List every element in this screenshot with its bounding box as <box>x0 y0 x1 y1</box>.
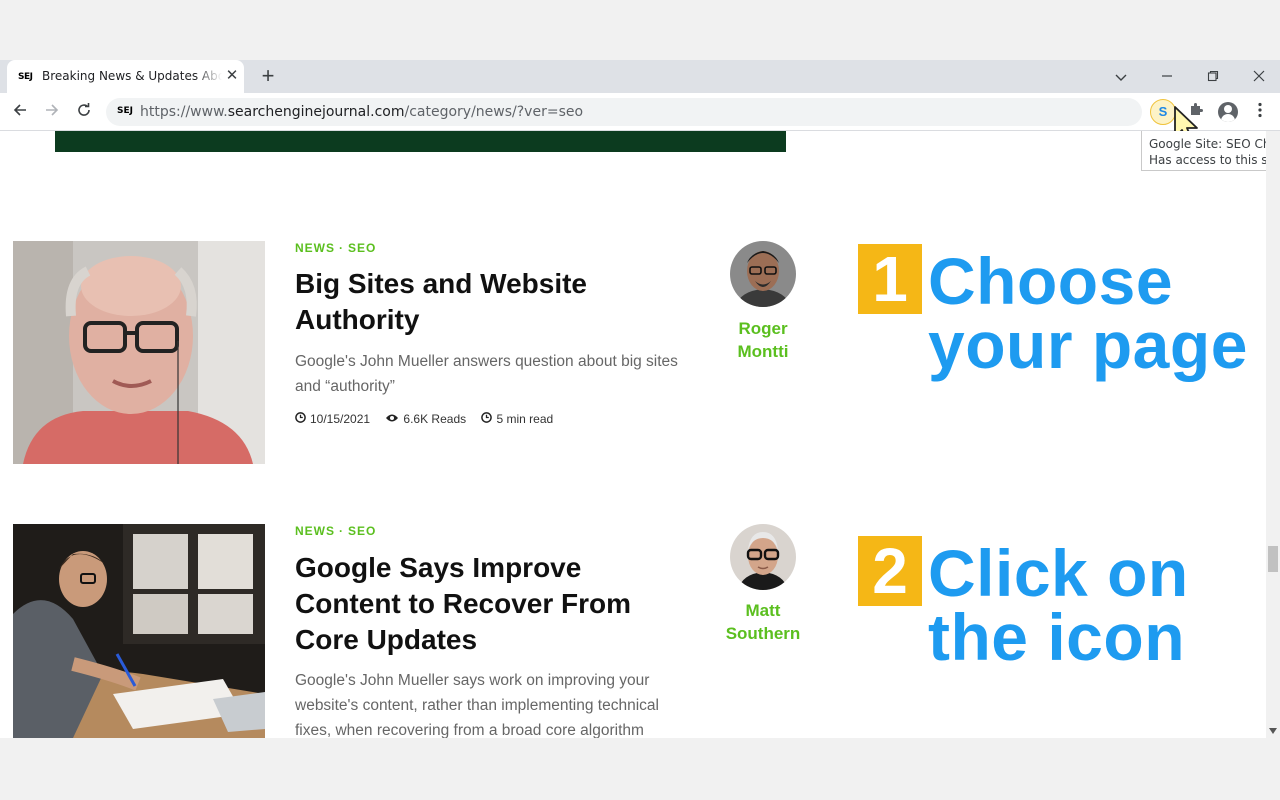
article-1-headline[interactable]: Big Sites and Website Authority <box>295 266 675 338</box>
address-bar[interactable]: SEJ https://www.searchenginejournal.com/… <box>106 98 1142 126</box>
step-2-badge: 2 <box>858 536 922 606</box>
tab-close-icon[interactable]: ✕ <box>224 68 240 84</box>
restore-icon[interactable] <box>1202 66 1224 88</box>
url-host: searchenginejournal.com <box>227 104 405 120</box>
new-tab-button[interactable]: + <box>256 65 280 89</box>
browser-tab[interactable]: SEJ Breaking News & Updates About SEO ✕ <box>7 60 244 93</box>
ad-banner[interactable] <box>55 131 786 152</box>
site-favicon-icon: SEJ <box>117 106 133 116</box>
url-path: /category/news/?ver=seo <box>404 104 584 120</box>
category-news-link[interactable]: NEWS <box>295 241 335 255</box>
tab-strip: SEJ Breaking News & Updates About SEO ✕ … <box>0 60 1280 93</box>
scroll-down-arrow-icon[interactable] <box>1266 726 1280 738</box>
tab-title: Breaking News & Updates About SEO <box>42 69 222 83</box>
article-1-date: 10/15/2021 <box>310 412 371 426</box>
article-1-reads: 6.6K Reads <box>403 412 467 426</box>
article-1-thumbnail[interactable] <box>13 241 265 464</box>
forward-arrow-icon[interactable] <box>40 100 64 124</box>
article-1-categories: NEWS · SEO <box>295 241 376 255</box>
author-1-name[interactable]: Roger Montti <box>712 317 814 363</box>
back-arrow-icon[interactable] <box>8 100 32 124</box>
scrollbar-thumb[interactable] <box>1268 546 1278 572</box>
extension-tooltip: Google Site: SEO Check Has access to thi… <box>1141 131 1266 171</box>
page-scrollbar[interactable] <box>1266 131 1280 738</box>
clock-icon <box>295 412 306 426</box>
reload-icon[interactable] <box>72 100 96 124</box>
author-1-avatar[interactable] <box>730 241 796 307</box>
step-1-text: Choose your page <box>928 244 1248 382</box>
minimize-icon[interactable] <box>1156 66 1178 88</box>
screenshot-stage: SEJ Breaking News & Updates About SEO ✕ … <box>0 0 1280 800</box>
browser-toolbar: SEJ https://www.searchenginejournal.com/… <box>0 93 1280 131</box>
tab-search-icon[interactable] <box>1110 66 1132 88</box>
article-2-thumbnail[interactable] <box>13 524 265 738</box>
category-news-link[interactable]: NEWS <box>295 524 335 538</box>
article-1-meta: 10/15/2021 6.6K Reads 5 min read <box>295 412 557 426</box>
step-2-text: Click on the icon <box>928 536 1189 674</box>
author-2-avatar[interactable] <box>730 524 796 590</box>
category-separator: · <box>339 524 344 538</box>
tooltip-line-1: Google Site: SEO Check <box>1149 137 1266 151</box>
url-prefix: https://www. <box>140 104 228 120</box>
article-1-excerpt: Google's John Mueller answers question a… <box>295 353 678 395</box>
web-page: Google Site: SEO Check Has access to thi… <box>0 131 1266 738</box>
article-2-categories: NEWS · SEO <box>295 524 376 538</box>
tooltip-line-2: Has access to this site <box>1149 153 1266 167</box>
url-text[interactable]: https://www.searchenginejournal.com/cate… <box>140 104 583 120</box>
kebab-menu-icon[interactable] <box>1250 101 1270 123</box>
article-2-excerpt: Google's John Mueller says work on impro… <box>295 672 659 738</box>
profile-avatar-icon[interactable] <box>1218 102 1238 122</box>
author-2-name[interactable]: Matt Southern <box>712 599 814 645</box>
close-window-icon[interactable] <box>1248 66 1270 88</box>
timer-icon <box>481 412 493 426</box>
eye-icon <box>385 412 399 426</box>
sej-favicon-icon: SEJ <box>18 72 33 82</box>
category-seo-link[interactable]: SEO <box>348 524 376 538</box>
article-1-read-time: 5 min read <box>496 412 554 426</box>
category-seo-link[interactable]: SEO <box>348 241 376 255</box>
article-2-headline[interactable]: Google Says Improve Content to Recover F… <box>295 550 675 658</box>
category-separator: · <box>339 241 344 255</box>
step-1-badge: 1 <box>858 244 922 314</box>
